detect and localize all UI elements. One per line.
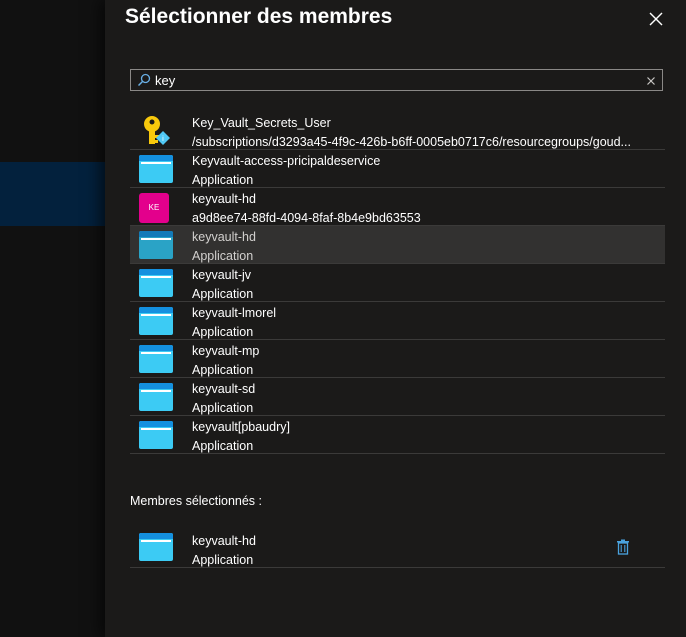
result-name: keyvault-hd bbox=[192, 230, 256, 244]
application-icon bbox=[138, 530, 174, 563]
result-row[interactable]: i Key_Vault_Secrets_User /subscriptions/… bbox=[130, 112, 665, 150]
svg-text:i: i bbox=[162, 135, 164, 143]
result-name: keyvault-jv bbox=[192, 268, 252, 282]
panel-title: Sélectionner des membres bbox=[125, 5, 393, 28]
result-detail: Application bbox=[192, 401, 254, 415]
search-box[interactable] bbox=[130, 69, 663, 91]
result-name: keyvault-lmorel bbox=[192, 306, 277, 320]
result-name: Keyvault-access-pricipaldeservice bbox=[192, 154, 381, 168]
search-icon bbox=[137, 73, 151, 87]
clear-icon[interactable] bbox=[645, 74, 657, 86]
result-detail: Application bbox=[192, 363, 254, 377]
result-row-highlighted[interactable]: keyvault-hd Application bbox=[130, 226, 665, 264]
search-input[interactable] bbox=[155, 71, 635, 89]
result-row[interactable]: KE keyvault-hd a9d8ee74-88fd-4094-8faf-8… bbox=[130, 188, 665, 226]
result-detail: Application bbox=[192, 439, 254, 453]
background-selected-row bbox=[0, 162, 105, 226]
result-row[interactable]: keyvault-lmorel Application bbox=[130, 302, 665, 340]
result-name: keyvault-hd bbox=[192, 192, 256, 206]
close-icon[interactable] bbox=[645, 8, 667, 30]
result-detail: Application bbox=[192, 249, 254, 263]
selected-members-label: Membres sélectionnés : bbox=[130, 494, 263, 508]
avatar-initials: KE bbox=[139, 193, 169, 223]
application-icon bbox=[138, 418, 174, 451]
selected-members-list: keyvault-hd Application bbox=[130, 525, 665, 568]
selected-member-row: keyvault-hd Application bbox=[130, 525, 665, 568]
result-row[interactable]: keyvault[pbaudry] Application bbox=[130, 416, 665, 454]
selected-member-name: keyvault-hd bbox=[192, 534, 256, 548]
result-name: keyvault-sd bbox=[192, 382, 256, 396]
application-icon bbox=[138, 228, 174, 261]
result-row[interactable]: keyvault-sd Application bbox=[130, 378, 665, 416]
result-name: Key_Vault_Secrets_User bbox=[192, 116, 331, 130]
result-row[interactable]: keyvault-jv Application bbox=[130, 264, 665, 302]
application-icon bbox=[138, 342, 174, 375]
key-role-icon: i bbox=[138, 114, 174, 147]
result-detail: a9d8ee74-88fd-4094-8faf-8b4e9bd63553 bbox=[192, 211, 421, 225]
result-row[interactable]: Keyvault-access-pricipaldeservice Applic… bbox=[130, 150, 665, 188]
trash-icon[interactable] bbox=[616, 539, 630, 555]
results-list: i Key_Vault_Secrets_User /subscriptions/… bbox=[130, 112, 665, 454]
result-row[interactable]: keyvault-mp Application bbox=[130, 340, 665, 378]
application-icon bbox=[138, 266, 174, 299]
result-detail: Application bbox=[192, 325, 254, 339]
application-icon bbox=[138, 152, 174, 185]
result-name: keyvault-mp bbox=[192, 344, 260, 358]
application-icon bbox=[138, 304, 174, 337]
background-blade bbox=[0, 0, 105, 637]
result-name: keyvault[pbaudry] bbox=[192, 420, 290, 434]
select-members-panel: Sélectionner des membres key i Key_Vault… bbox=[105, 0, 686, 637]
application-icon bbox=[138, 380, 174, 413]
result-detail: Application bbox=[192, 287, 254, 301]
selected-member-detail: Application bbox=[192, 553, 254, 567]
user-avatar: KE bbox=[138, 190, 174, 223]
result-detail: Application bbox=[192, 173, 254, 187]
result-detail: /subscriptions/d3293a45-4f9c-426b-b6ff-0… bbox=[192, 135, 631, 149]
